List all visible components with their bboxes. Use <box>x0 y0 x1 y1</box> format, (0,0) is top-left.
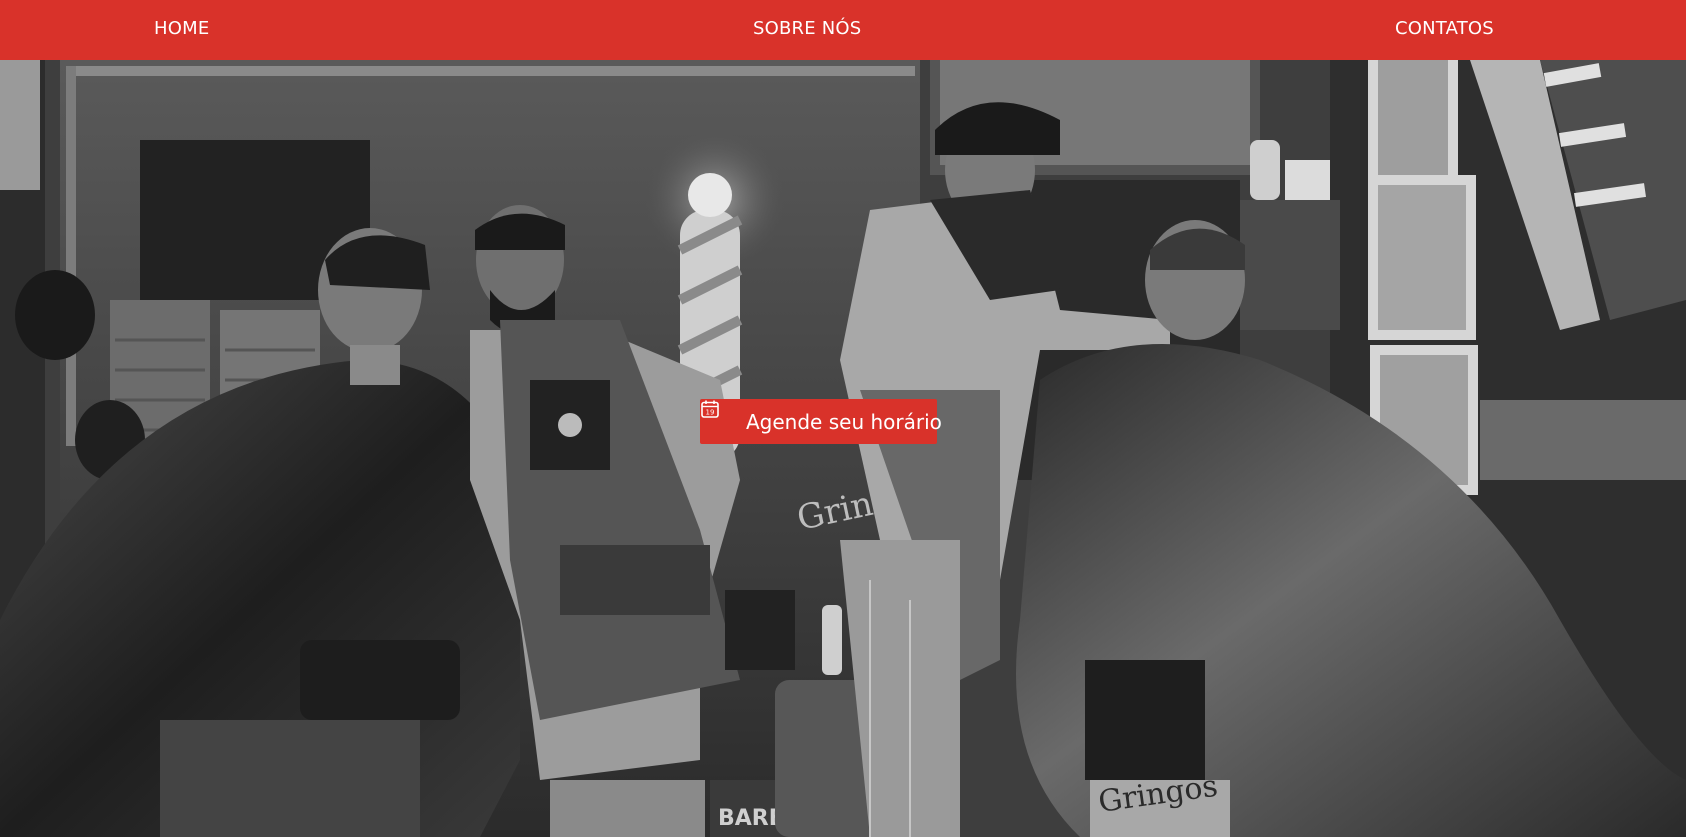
barbershop-photo: Gringos BARBER Gringos <box>0 60 1686 837</box>
hero-section: Gringos BARBER Gringos 19 Agende seu hor… <box>0 60 1686 837</box>
nav-sobre-nos-link[interactable]: SOBRE NÓS <box>753 0 861 58</box>
top-navbar: HOME SOBRE NÓS CONTATOS <box>0 0 1686 60</box>
nav-contatos-link[interactable]: CONTATOS <box>1395 0 1494 58</box>
schedule-appointment-button[interactable]: 19 Agende seu horário <box>700 399 942 444</box>
svg-text:19: 19 <box>706 409 715 417</box>
calendar-icon: 19 <box>701 400 736 432</box>
schedule-button-label: Agende seu horário <box>746 409 942 434</box>
nav-home-link[interactable]: HOME <box>154 0 209 58</box>
page: HOME SOBRE NÓS CONTATOS Gringos BARBER G… <box>0 0 1686 837</box>
